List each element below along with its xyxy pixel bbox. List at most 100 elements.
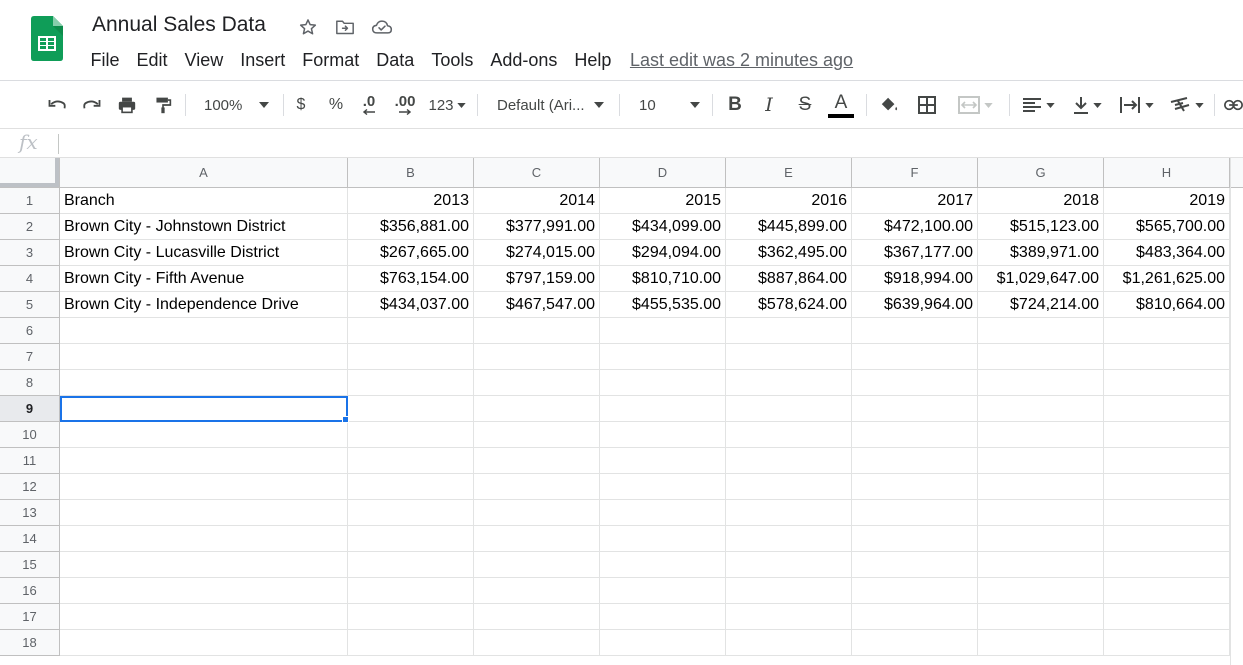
cell-e4[interactable]: $887,864.00 xyxy=(726,266,852,292)
cell-e11[interactable] xyxy=(726,448,852,474)
undo-icon[interactable] xyxy=(44,81,70,129)
row-header-3[interactable]: 3 xyxy=(0,240,60,266)
menu-insert[interactable]: Insert xyxy=(232,50,294,71)
cell-e9[interactable] xyxy=(726,396,852,422)
cell-e3[interactable]: $362,495.00 xyxy=(726,240,852,266)
document-title[interactable]: Annual Sales Data xyxy=(92,13,266,37)
cell-h5[interactable]: $810,664.00 xyxy=(1104,292,1230,318)
cell-d3[interactable]: $294,094.00 xyxy=(600,240,726,266)
vertical-align-icon[interactable] xyxy=(1067,81,1107,129)
insert-link-icon[interactable] xyxy=(1224,81,1243,129)
decrease-decimal-button[interactable]: .0 xyxy=(357,81,381,129)
cell-g3[interactable]: $389,971.00 xyxy=(978,240,1104,266)
cell-h10[interactable] xyxy=(1104,422,1230,448)
cell-g14[interactable] xyxy=(978,526,1104,552)
cell-b15[interactable] xyxy=(348,552,474,578)
cell-e14[interactable] xyxy=(726,526,852,552)
cell-a12[interactable] xyxy=(60,474,348,500)
cell-h8[interactable] xyxy=(1104,370,1230,396)
cell-a16[interactable] xyxy=(60,578,348,604)
cell-d18[interactable] xyxy=(600,630,726,656)
cell-a5[interactable]: Brown City - Independence Drive xyxy=(60,292,348,318)
cell-c15[interactable] xyxy=(474,552,600,578)
cell-b8[interactable] xyxy=(348,370,474,396)
cell-a8[interactable] xyxy=(60,370,348,396)
menu-add-ons[interactable]: Add-ons xyxy=(482,50,566,71)
row-header-12[interactable]: 12 xyxy=(0,474,60,500)
cell-f12[interactable] xyxy=(852,474,978,500)
zoom-select[interactable]: 100% xyxy=(195,81,275,129)
cell-f4[interactable]: $918,994.00 xyxy=(852,266,978,292)
sheets-logo-icon[interactable] xyxy=(31,16,63,61)
cell-g13[interactable] xyxy=(978,500,1104,526)
cell-c11[interactable] xyxy=(474,448,600,474)
fill-handle[interactable] xyxy=(342,416,349,423)
freeze-row-handle[interactable] xyxy=(0,183,59,187)
cell-g11[interactable] xyxy=(978,448,1104,474)
font-family-select[interactable]: Default (Ari... xyxy=(488,81,610,129)
cell-h11[interactable] xyxy=(1104,448,1230,474)
cell-c16[interactable] xyxy=(474,578,600,604)
cell-g15[interactable] xyxy=(978,552,1104,578)
cell-g4[interactable]: $1,029,647.00 xyxy=(978,266,1104,292)
cell-h4[interactable]: $1,261,625.00 xyxy=(1104,266,1230,292)
paint-format-icon[interactable] xyxy=(150,81,176,129)
cell-g9[interactable] xyxy=(978,396,1104,422)
cell-e18[interactable] xyxy=(726,630,852,656)
cell-a17[interactable] xyxy=(60,604,348,630)
cell-d1[interactable]: 2015 xyxy=(600,188,726,214)
cell-b10[interactable] xyxy=(348,422,474,448)
row-header-15[interactable]: 15 xyxy=(0,552,60,578)
column-header-d[interactable]: D xyxy=(600,158,726,188)
cell-b9[interactable] xyxy=(348,396,474,422)
cell-g17[interactable] xyxy=(978,604,1104,630)
cell-f14[interactable] xyxy=(852,526,978,552)
text-color-button[interactable]: A xyxy=(827,81,855,129)
redo-icon[interactable] xyxy=(79,81,105,129)
cell-c4[interactable]: $797,159.00 xyxy=(474,266,600,292)
text-rotation-icon[interactable] xyxy=(1164,81,1208,129)
cell-c9[interactable] xyxy=(474,396,600,422)
cell-b12[interactable] xyxy=(348,474,474,500)
cell-b17[interactable] xyxy=(348,604,474,630)
menu-format[interactable]: Format xyxy=(294,50,368,71)
cell-e5[interactable]: $578,624.00 xyxy=(726,292,852,318)
cell-c1[interactable]: 2014 xyxy=(474,188,600,214)
cell-d4[interactable]: $810,710.00 xyxy=(600,266,726,292)
cell-a3[interactable]: Brown City - Lucasville District xyxy=(60,240,348,266)
cell-e13[interactable] xyxy=(726,500,852,526)
cell-h3[interactable]: $483,364.00 xyxy=(1104,240,1230,266)
cell-g6[interactable] xyxy=(978,318,1104,344)
format-currency-button[interactable]: $ xyxy=(290,81,312,129)
print-icon[interactable] xyxy=(114,81,140,129)
cell-b4[interactable]: $763,154.00 xyxy=(348,266,474,292)
cell-a1[interactable]: Branch xyxy=(60,188,348,214)
column-header-f[interactable]: F xyxy=(852,158,978,188)
cell-e16[interactable] xyxy=(726,578,852,604)
cell-g1[interactable]: 2018 xyxy=(978,188,1104,214)
cell-d14[interactable] xyxy=(600,526,726,552)
cell-f11[interactable] xyxy=(852,448,978,474)
cell-d16[interactable] xyxy=(600,578,726,604)
format-percent-button[interactable]: % xyxy=(325,81,347,129)
cell-d9[interactable] xyxy=(600,396,726,422)
font-size-select[interactable]: 10 xyxy=(628,81,704,129)
row-header-11[interactable]: 11 xyxy=(0,448,60,474)
cell-g16[interactable] xyxy=(978,578,1104,604)
cell-b11[interactable] xyxy=(348,448,474,474)
row-header-13[interactable]: 13 xyxy=(0,500,60,526)
cell-e10[interactable] xyxy=(726,422,852,448)
row-header-17[interactable]: 17 xyxy=(0,604,60,630)
row-header-18[interactable]: 18 xyxy=(0,630,60,656)
cell-f10[interactable] xyxy=(852,422,978,448)
cell-g5[interactable]: $724,214.00 xyxy=(978,292,1104,318)
cell-f3[interactable]: $367,177.00 xyxy=(852,240,978,266)
cell-b14[interactable] xyxy=(348,526,474,552)
borders-icon[interactable] xyxy=(914,81,940,129)
cell-a4[interactable]: Brown City - Fifth Avenue xyxy=(60,266,348,292)
increase-decimal-button[interactable]: .00 xyxy=(391,81,419,129)
cell-a2[interactable]: Brown City - Johnstown District xyxy=(60,214,348,240)
cell-d5[interactable]: $455,535.00 xyxy=(600,292,726,318)
cell-d7[interactable] xyxy=(600,344,726,370)
cell-f2[interactable]: $472,100.00 xyxy=(852,214,978,240)
